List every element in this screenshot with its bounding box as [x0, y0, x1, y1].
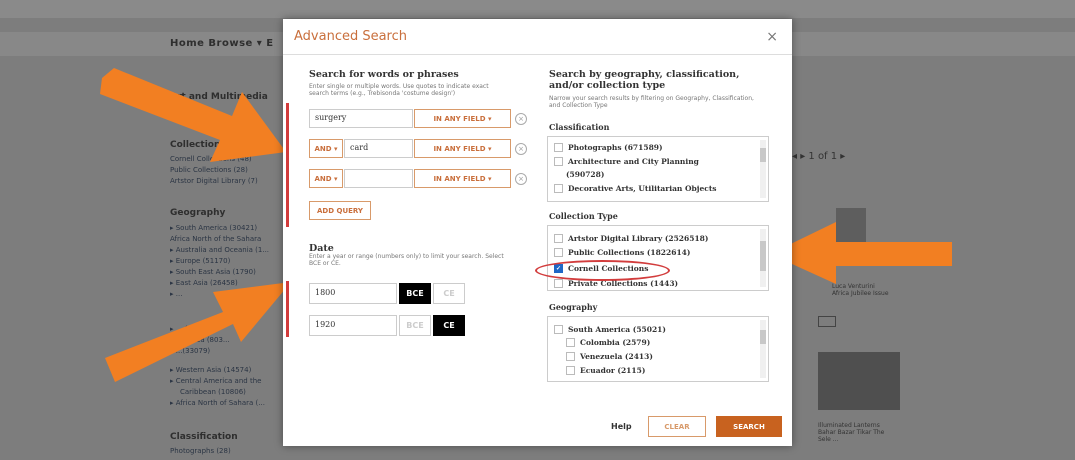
checkbox[interactable]: [554, 184, 563, 193]
checkbox[interactable]: [554, 279, 563, 288]
filters-heading: Search by geography, classification, and…: [549, 69, 740, 91]
checkbox[interactable]: [566, 338, 575, 347]
remove-row-icon[interactable]: ×: [515, 113, 527, 125]
collection-link[interactable]: Artstor Digital Library (7): [170, 177, 282, 185]
classification-option[interactable]: Architecture and City Planning: [554, 157, 699, 166]
date-from-bce-toggle[interactable]: BCE: [399, 283, 431, 304]
section-classification: Classification: [170, 432, 238, 442]
date-hint: Enter a year or range (numbers only) to …: [309, 253, 504, 267]
annotation-highlight-bar: [286, 103, 289, 227]
scrollbar-thumb[interactable]: [760, 241, 766, 271]
date-to-bce-toggle[interactable]: BCE: [399, 315, 431, 336]
date-from-input[interactable]: 1800: [309, 283, 397, 304]
checkbox[interactable]: [554, 248, 563, 257]
collection-option[interactable]: Artstor Digital Library (2526518): [554, 234, 708, 243]
words-hint: Enter single or multiple words. Use quot…: [309, 83, 489, 97]
result-caption[interactable]: Illuminated Lanterns Bahar Bazar Tikar T…: [818, 422, 898, 443]
query-term-input[interactable]: card: [344, 139, 413, 158]
query-term-input[interactable]: surgery: [309, 109, 413, 128]
geography-option[interactable]: Ecuador (2115): [566, 366, 645, 375]
collection-type-label: Collection Type: [549, 211, 618, 221]
classification-option[interactable]: Photographs (671589): [554, 143, 663, 152]
geography-link[interactable]: Africa North of the Sahara: [170, 235, 282, 243]
checkbox[interactable]: [554, 234, 563, 243]
annotation-arrow-bottom-left: [105, 282, 291, 382]
dialog-title: Advanced Search: [294, 29, 408, 44]
geography-option[interactable]: Venezuela (2413): [566, 352, 653, 361]
main-nav[interactable]: Home Browse ▾ E: [170, 38, 274, 49]
collection-option[interactable]: Public Collections (1822614): [554, 248, 690, 257]
close-icon[interactable]: ×: [766, 29, 778, 45]
top-bar: [0, 0, 1075, 18]
geography-link[interactable]: ▸ Europe (51170): [170, 257, 282, 265]
scrollbar[interactable]: [760, 140, 766, 198]
checkbox[interactable]: [554, 157, 563, 166]
add-query-button[interactable]: ADD QUERY: [309, 201, 371, 220]
result-caption[interactable]: Luca Venturini Africa Jubilee Issue: [832, 283, 892, 297]
collection-type-list[interactable]: Artstor Digital Library (2526518) Public…: [547, 225, 769, 291]
classification-list[interactable]: Photographs (671589) Architecture and Ci…: [547, 136, 769, 202]
title-divider: [283, 54, 792, 55]
geography-link[interactable]: ▸ Australia and Oceania (1...: [170, 246, 282, 254]
geography-link[interactable]: ▸ South America (30421): [170, 224, 282, 232]
query-term-input[interactable]: [344, 169, 413, 188]
checkbox[interactable]: [554, 325, 563, 334]
date-to-input[interactable]: 1920: [309, 315, 397, 336]
field-select[interactable]: IN ANY FIELD ▾: [414, 109, 511, 128]
annotation-highlight-bar: [286, 281, 289, 337]
remove-row-icon[interactable]: ×: [515, 173, 527, 185]
geography-label: Geography: [549, 302, 598, 312]
scrollbar[interactable]: [760, 229, 766, 287]
classification-label: Classification: [549, 122, 610, 132]
annotation-arrow-right: [770, 222, 952, 284]
remove-row-icon[interactable]: ×: [515, 143, 527, 155]
classification-link[interactable]: Photographs (28): [170, 447, 282, 455]
checkbox[interactable]: [566, 366, 575, 375]
search-button[interactable]: SEARCH: [716, 416, 782, 437]
filters-hint: Narrow your search results by filtering …: [549, 95, 754, 109]
scrollbar[interactable]: [760, 320, 766, 378]
field-select[interactable]: IN ANY FIELD ▾: [414, 169, 511, 188]
annotation-circle: [535, 260, 670, 281]
date-to-ce-toggle[interactable]: CE: [433, 315, 465, 336]
annotation-arrow-top-left: [100, 68, 286, 162]
geography-option[interactable]: Colombia (2579): [566, 338, 650, 347]
result-chip[interactable]: [818, 316, 836, 327]
result-thumbnail[interactable]: [818, 352, 900, 410]
operator-select[interactable]: AND ▾: [309, 169, 343, 188]
clear-button[interactable]: CLEAR: [648, 416, 706, 437]
pagination[interactable]: ◂ ▸ 1 of 1 ▸: [792, 151, 845, 162]
section-geography: Geography: [170, 208, 226, 218]
classification-option[interactable]: Decorative Arts, Utilitarian Objects: [554, 184, 717, 193]
geography-list[interactable]: South America (55021) Colombia (2579) Ve…: [547, 316, 769, 382]
operator-select[interactable]: AND ▾: [309, 139, 343, 158]
checkbox[interactable]: [554, 143, 563, 152]
help-link[interactable]: Help: [611, 422, 632, 431]
words-heading: Search for words or phrases: [309, 69, 459, 80]
geography-link[interactable]: Caribbean (10806): [180, 388, 292, 396]
advanced-search-dialog: Advanced Search × Search for words or ph…: [283, 19, 792, 446]
scrollbar-thumb[interactable]: [760, 148, 766, 162]
field-select[interactable]: IN ANY FIELD ▾: [414, 139, 511, 158]
checkbox[interactable]: [566, 352, 575, 361]
classification-option-continuation: (590728): [566, 170, 605, 179]
scrollbar-thumb[interactable]: [760, 330, 766, 344]
geography-option[interactable]: South America (55021): [554, 325, 666, 334]
date-from-ce-toggle[interactable]: CE: [433, 283, 465, 304]
geography-link[interactable]: ▸ Africa North of Sahara (...: [170, 399, 282, 407]
